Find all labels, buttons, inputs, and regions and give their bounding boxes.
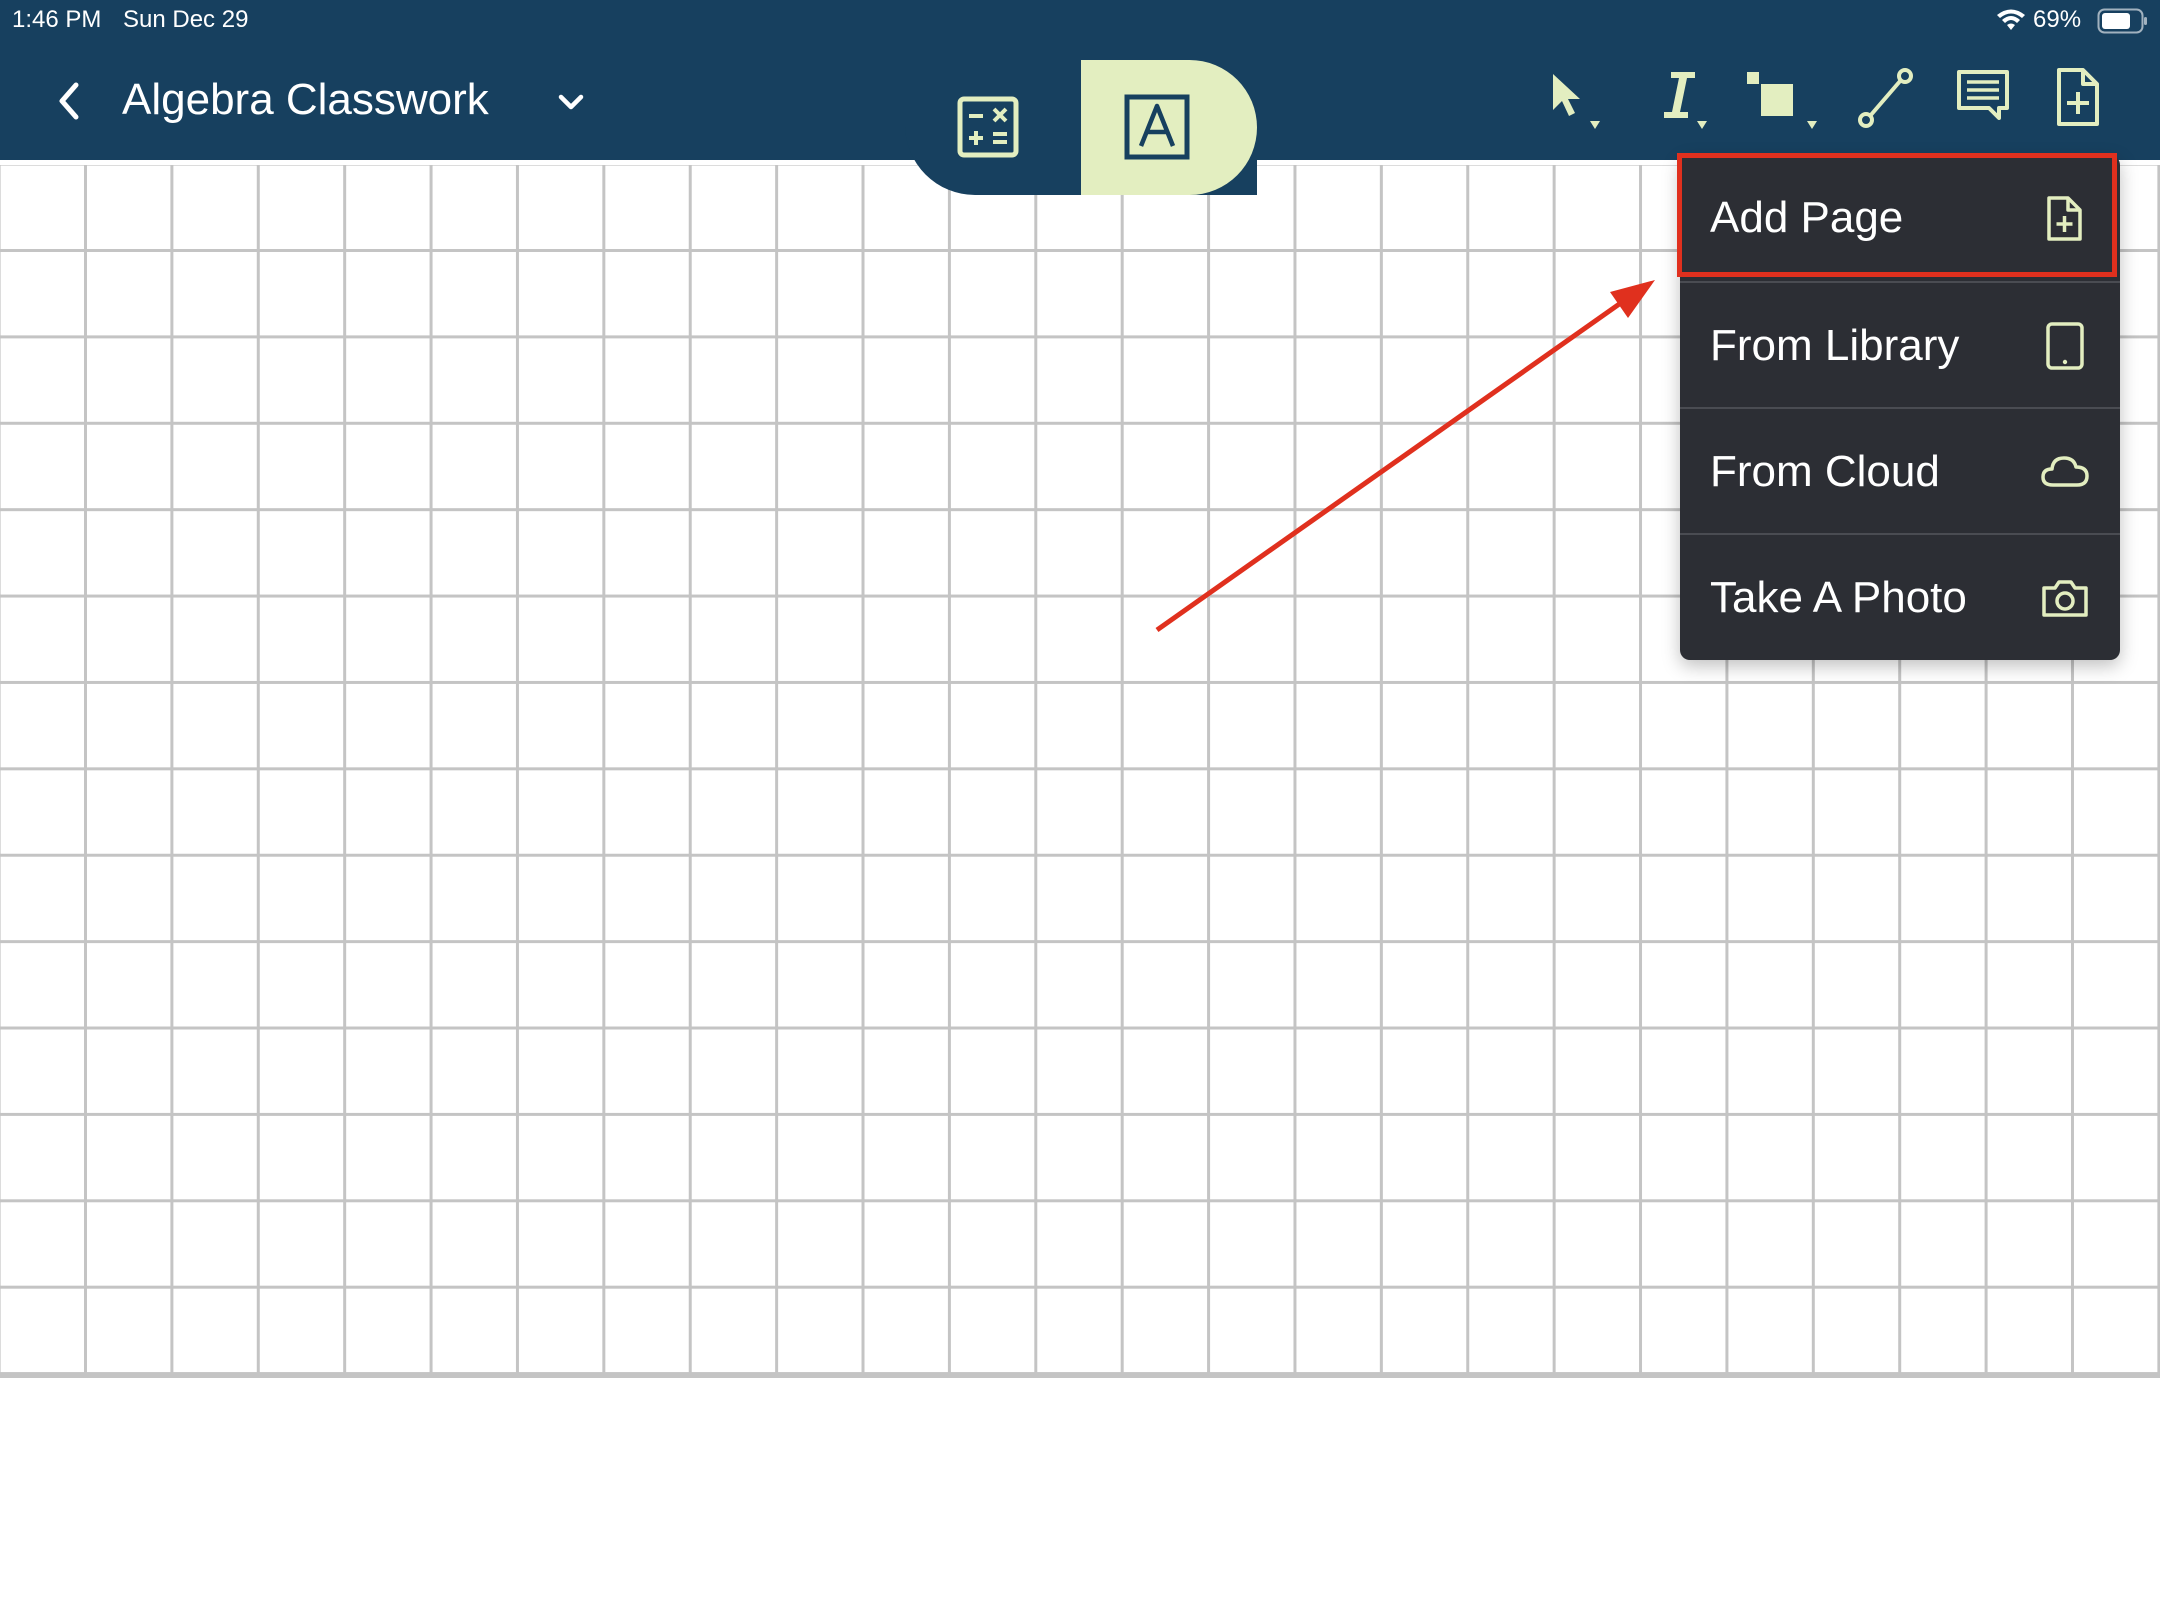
status-time: 1:46 PM (12, 6, 102, 33)
document-title[interactable]: Algebra Classwork (122, 70, 489, 130)
wifi-icon (1997, 9, 2025, 30)
line-tool-button[interactable] (1855, 66, 1935, 136)
line-tool-icon (1858, 68, 1913, 128)
menu-item-label: Take A Photo (1710, 573, 1967, 622)
text-mode-button[interactable] (1081, 60, 1257, 195)
text-box-icon (1124, 94, 1190, 160)
pointer-icon (1553, 74, 1600, 129)
status-date: Sun Dec 29 (123, 6, 249, 33)
menu-item-take-a-photo[interactable]: Take A Photo (1680, 533, 2120, 661)
menu-item-label: From Cloud (1710, 447, 1940, 496)
calculator-icon (957, 96, 1019, 158)
menu-item-from-library[interactable]: From Library (1680, 281, 2120, 409)
pointer-tool-button[interactable] (1545, 66, 1625, 136)
cloud-icon (2041, 456, 2089, 487)
mode-switch (905, 60, 1257, 195)
add-page-menu: Add Page From Library From Cloud Take A … (1680, 155, 2120, 660)
status-bar: 1:46 PM Sun Dec 29 69% (0, 0, 2160, 40)
menu-item-from-cloud[interactable]: From Cloud (1680, 407, 2120, 535)
text-tool-button[interactable] (1655, 66, 1735, 136)
add-page-icon (2047, 196, 2082, 241)
tablet-icon (2046, 322, 2084, 370)
calculator-mode-button[interactable] (905, 60, 1081, 195)
shapes-icon (1747, 72, 1817, 129)
comment-tool-button[interactable] (1955, 66, 2035, 136)
add-page-icon (2057, 68, 2099, 126)
menu-item-label: From Library (1710, 321, 1960, 370)
battery-icon (2097, 8, 2147, 34)
chevron-down-icon[interactable] (553, 84, 589, 120)
battery-percent: 69% (2033, 6, 2082, 33)
comment-icon (1957, 70, 2009, 120)
menu-item-add-page[interactable]: Add Page (1680, 155, 2120, 281)
shapes-tool-button[interactable] (1745, 66, 1825, 136)
back-button[interactable] (48, 75, 88, 127)
add-page-toolbar-button[interactable] (2053, 66, 2133, 136)
text-cursor-icon (1664, 72, 1707, 129)
camera-icon (2042, 580, 2088, 617)
menu-item-label: Add Page (1710, 193, 1904, 242)
